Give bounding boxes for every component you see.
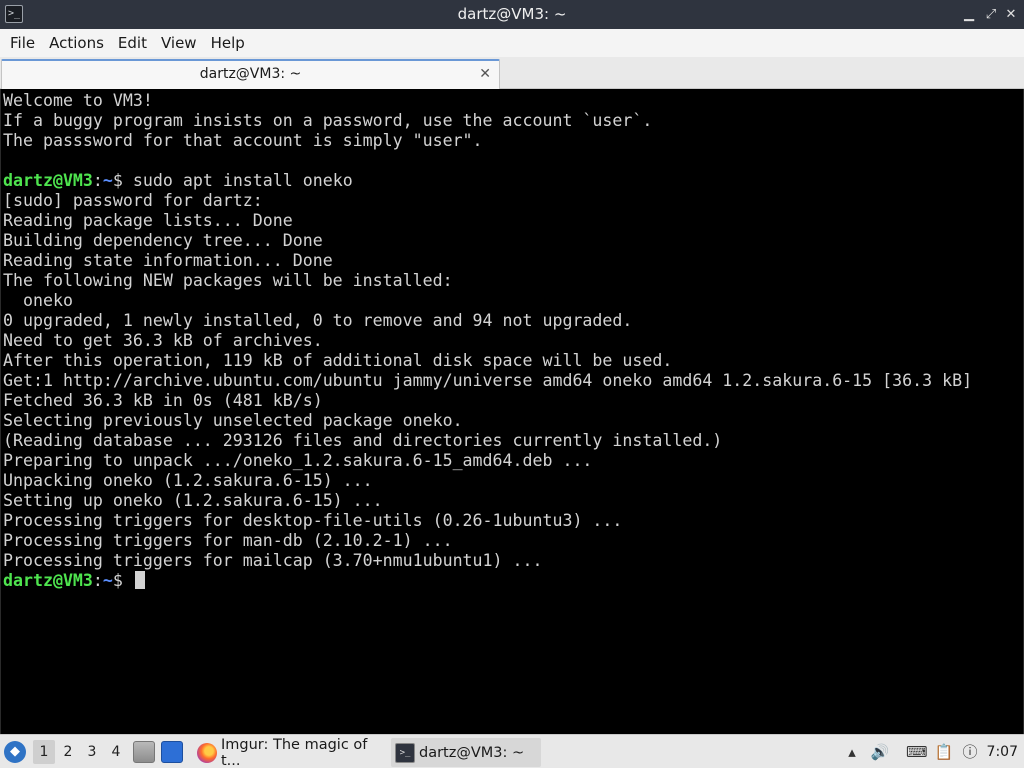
clipboard-icon[interactable]: 📋 <box>934 741 954 763</box>
terminal-line: (Reading database ... 293126 files and d… <box>3 431 723 450</box>
notification-icon[interactable]: ⓘ <box>960 741 980 763</box>
terminal-line: Preparing to unpack .../oneko_1.2.sakura… <box>3 451 593 470</box>
terminal-line: The passsword for that account is simply… <box>3 131 483 150</box>
prompt-symbol: $ <box>112 171 123 190</box>
terminal-line: Reading state information... Done <box>3 251 333 270</box>
menu-file[interactable]: File <box>3 29 42 57</box>
terminal-area[interactable]: Welcome to VM3! If a buggy program insist… <box>0 89 1024 734</box>
terminal-line: Unpacking oneko (1.2.sakura.6-15) ... <box>3 471 373 490</box>
clock[interactable]: 7:07 <box>987 735 1018 768</box>
task-label: dartz@VM3: ~ <box>419 744 525 761</box>
terminal-line: 0 upgraded, 1 newly installed, 0 to remo… <box>3 311 633 330</box>
command-text <box>123 571 133 590</box>
terminal-line: [sudo] password for dartz: <box>3 191 263 210</box>
prompt-separator: : <box>92 571 103 590</box>
task-terminal[interactable]: >_ dartz@VM3: ~ <box>391 738 541 767</box>
prompt-separator: : <box>92 171 103 190</box>
prompt-path: ~ <box>102 171 113 190</box>
volume-icon[interactable]: 🔊 <box>870 741 890 763</box>
terminal-line: Reading package lists... Done <box>3 211 293 230</box>
tab-terminal[interactable]: dartz@VM3: ~ ✕ <box>1 59 500 89</box>
start-menu-icon[interactable]: ◆ <box>4 741 26 763</box>
menu-help[interactable]: Help <box>204 29 252 57</box>
terminal-icon: >_ <box>395 742 415 763</box>
close-icon[interactable]: ✕ <box>1000 0 1022 29</box>
terminal-line: Need to get 36.3 kB of archives. <box>3 331 323 350</box>
terminal-line: Welcome to VM3! <box>3 91 153 110</box>
minimize-icon[interactable]: ▁ <box>958 0 980 29</box>
terminal-line: Processing triggers for man-db (2.10.2-1… <box>3 531 453 550</box>
terminal-line: Selecting previously unselected package … <box>3 411 463 430</box>
prompt-symbol: $ <box>112 571 123 590</box>
task-label: Imgur: The magic of t... <box>221 736 368 768</box>
task-firefox[interactable]: Imgur: The magic of t... <box>193 736 383 768</box>
menu-actions[interactable]: Actions <box>42 29 111 57</box>
tab-label: dartz@VM3: ~ <box>199 66 302 82</box>
terminal-line: The following NEW packages will be insta… <box>3 271 453 290</box>
terminal-line: Setting up oneko (1.2.sakura.6-15) ... <box>3 491 383 510</box>
show-desktop-icon[interactable] <box>161 741 183 763</box>
terminal-line: If a buggy program insists on a password… <box>3 111 653 130</box>
workspace-2[interactable]: 2 <box>57 740 79 764</box>
terminal-line: Fetched 36.3 kB in 0s (481 kB/s) <box>3 391 323 410</box>
terminal-line: Processing triggers for desktop-file-uti… <box>3 511 623 530</box>
command-text: sudo apt install oneko <box>122 171 353 190</box>
tab-bar: dartz@VM3: ~ ✕ <box>0 57 1024 89</box>
terminal-output: Welcome to VM3! If a buggy program insist… <box>3 91 1023 591</box>
terminal-line: oneko <box>3 291 73 310</box>
tab-close-icon[interactable]: ✕ <box>479 61 491 87</box>
maximize-icon[interactable]: ⤢ <box>980 0 1002 29</box>
menu-edit[interactable]: Edit <box>111 29 154 57</box>
prompt-path: ~ <box>102 571 113 590</box>
terminal-line: Get:1 http://archive.ubuntu.com/ubuntu j… <box>3 371 973 390</box>
window-title: dartz@VM3: ~ <box>457 5 567 23</box>
text-cursor <box>134 571 145 589</box>
taskbar: ◆ 1 2 3 4 Imgur: The magic of t... >_ da… <box>0 734 1024 768</box>
menu-view[interactable]: View <box>154 29 204 57</box>
workspace-3[interactable]: 3 <box>81 740 103 764</box>
menu-bar: File Actions Edit View Help <box>0 29 1024 57</box>
prompt-user: dartz@VM3 <box>3 171 93 190</box>
terminal-line: After this operation, 119 kB of addition… <box>3 351 673 370</box>
keyboard-icon[interactable]: ⌨ <box>906 741 928 763</box>
terminal-line: dartz@VM3:~$ sudo apt install oneko <box>3 171 1023 191</box>
firefox-icon <box>197 742 217 763</box>
terminal-line: Processing triggers for mailcap (3.70+nm… <box>3 551 543 570</box>
workspace-1[interactable]: 1 <box>33 740 55 764</box>
workspace-4[interactable]: 4 <box>105 740 127 764</box>
update-notifier-icon[interactable]: ▴ <box>842 741 862 763</box>
terminal-line: dartz@VM3:~$ <box>3 571 1023 591</box>
terminal-line: Building dependency tree... Done <box>3 231 323 250</box>
prompt-user: dartz@VM3 <box>3 571 93 590</box>
file-manager-icon[interactable] <box>133 741 155 763</box>
window-titlebar[interactable]: >_ dartz@VM3: ~ ▁ ⤢ ✕ <box>0 0 1024 29</box>
